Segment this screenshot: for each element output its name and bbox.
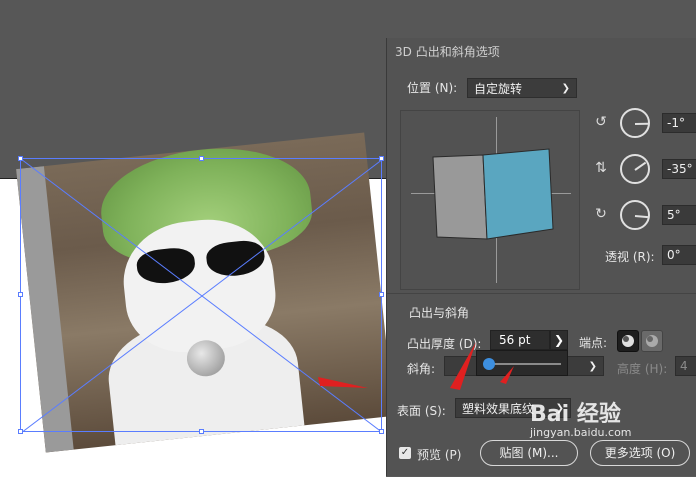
resize-handle[interactable] [199,429,204,434]
resize-handle[interactable] [379,429,384,434]
rotation-z-input[interactable]: 5° [662,205,696,225]
preview-cube [432,148,554,240]
position-label: 位置 (N): [407,81,458,95]
rotate-x-icon: ↺ [595,114,607,130]
resize-handle[interactable] [379,292,384,297]
watermark-text: Bai 经验 [530,402,621,427]
rotation-x-input[interactable]: -1° [662,113,696,133]
cap-off-button[interactable] [641,330,663,352]
extrude-section-title: 凸出与斜角 [409,306,470,320]
cap-off-icon [646,335,658,347]
height-label: 高度 (H): [617,362,668,376]
cap-on-icon [622,335,634,347]
rotation-y-input[interactable]: -35° [662,159,696,179]
preview-label: 预览 (P) [417,448,462,462]
surface-value: 塑料效果底纹 [462,402,535,416]
cap-label: 端点: [579,336,608,350]
red-arrow-annotations [450,342,514,390]
red-arrow-annotation [318,377,368,388]
resize-handle[interactable] [18,429,23,434]
resize-handle[interactable] [18,292,23,297]
position-value: 自定旋转 [474,82,523,96]
rotate-z-icon: ↻ [595,206,607,222]
chevron-down-icon: ❯ [588,361,597,372]
rotation-y-dial[interactable] [620,154,650,184]
rotation-x-dial[interactable] [620,108,650,138]
more-options-button[interactable]: 更多选项 (O) [590,440,690,466]
position-dropdown[interactable]: 自定旋转 ❯ [467,78,577,98]
surface-label: 表面 (S): [397,404,446,418]
resize-handle[interactable] [199,156,204,161]
resize-handle[interactable] [379,156,384,161]
height-input[interactable]: 4 [675,356,696,376]
rotate-y-icon: ⇅ [595,160,607,176]
dialog-title: 3D 凸出和斜角选项 [395,45,500,59]
map-button[interactable]: 贴图 (M)... [480,440,578,466]
resize-handle[interactable] [18,156,23,161]
preview-checkbox[interactable]: ✓ [399,447,411,459]
watermark-url: jingyan.baidu.com [530,426,632,439]
baidu-watermark: Bai 经验 jingyan.baidu.com [530,396,632,439]
chevron-down-icon: ❯ [561,83,570,94]
cap-on-button[interactable] [617,330,639,352]
rotation-z-dial[interactable] [620,200,650,230]
perspective-label: 透视 (R): [605,250,655,264]
extrude-bevel-section [387,293,696,294]
rotation-preview[interactable] [400,110,580,290]
perspective-input[interactable]: 0° [662,245,696,265]
